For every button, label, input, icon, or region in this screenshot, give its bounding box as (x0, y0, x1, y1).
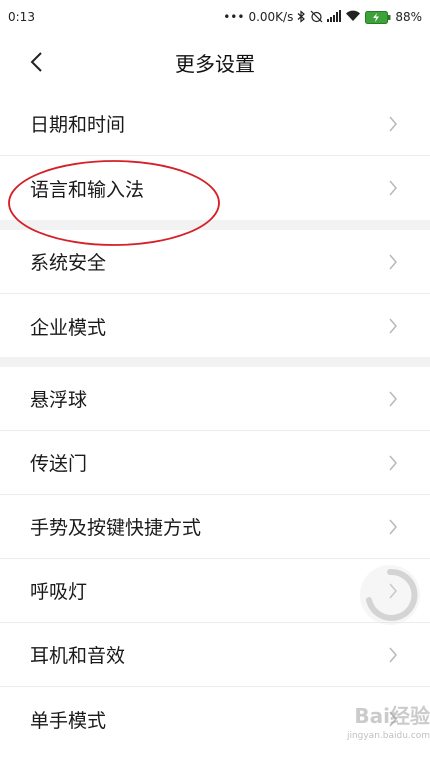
settings-item-floating-ball[interactable]: 悬浮球 (0, 367, 430, 431)
chevron-right-icon (386, 389, 400, 409)
chevron-right-icon (386, 178, 400, 198)
settings-item-label: 日期和时间 (30, 114, 126, 136)
settings-item-label: 传送门 (30, 453, 88, 475)
chevron-right-icon (386, 581, 400, 601)
settings-item-label: 系统安全 (30, 252, 107, 274)
settings-item-label: 悬浮球 (30, 389, 88, 411)
chevron-right-icon (386, 114, 400, 134)
settings-group-3: 悬浮球 传送门 手势及按键快捷方式 呼吸灯 耳机和音效 单手模式 (0, 367, 430, 751)
chevron-right-icon (386, 709, 400, 729)
settings-item-enterprise-mode[interactable]: 企业模式 (0, 294, 430, 358)
signal-icon (327, 10, 342, 24)
group-divider (0, 357, 430, 367)
settings-item-label: 呼吸灯 (30, 581, 88, 603)
chevron-right-icon (386, 517, 400, 537)
status-bar: 0:13 ••• 0.00K/s 88% (0, 0, 430, 34)
settings-group-1: 日期和时间 语言和输入法 (0, 92, 430, 220)
back-button[interactable] (22, 48, 50, 76)
status-time: 0:13 (8, 10, 35, 24)
chevron-right-icon (386, 645, 400, 665)
chevron-left-icon (30, 52, 42, 72)
header: 更多设置 (0, 34, 430, 90)
settings-item-one-hand-mode[interactable]: 单手模式 (0, 687, 430, 751)
settings-item-label: 单手模式 (30, 709, 107, 732)
settings-item-system-security[interactable]: 系统安全 (0, 230, 430, 294)
settings-group-2: 系统安全 企业模式 (0, 230, 430, 358)
settings-item-portal[interactable]: 传送门 (0, 431, 430, 495)
dots-icon: ••• (223, 10, 245, 24)
battery-charging-icon (365, 10, 391, 24)
group-divider (0, 220, 430, 230)
settings-item-label: 手势及按键快捷方式 (30, 517, 202, 539)
battery-percent: 88% (395, 10, 422, 24)
alarm-off-icon (310, 10, 323, 25)
network-speed: 0.00K/s (248, 10, 294, 24)
settings-item-label: 企业模式 (30, 316, 107, 339)
settings-item-gesture-shortcuts[interactable]: 手势及按键快捷方式 (0, 495, 430, 559)
settings-item-label: 耳机和音效 (30, 645, 126, 667)
settings-item-label: 语言和输入法 (30, 178, 145, 201)
settings-item-date-time[interactable]: 日期和时间 (0, 92, 430, 156)
wifi-icon (345, 10, 361, 24)
chevron-right-icon (386, 453, 400, 473)
settings-item-headphones-audio[interactable]: 耳机和音效 (0, 623, 430, 687)
page-title: 更多设置 (175, 51, 255, 76)
settings-item-language-input[interactable]: 语言和输入法 (0, 156, 430, 220)
chevron-right-icon (386, 316, 400, 336)
status-icons: ••• 0.00K/s 88% (223, 9, 422, 25)
settings-item-breathing-light[interactable]: 呼吸灯 (0, 559, 430, 623)
chevron-right-icon (386, 252, 400, 272)
bluetooth-icon (297, 9, 306, 25)
